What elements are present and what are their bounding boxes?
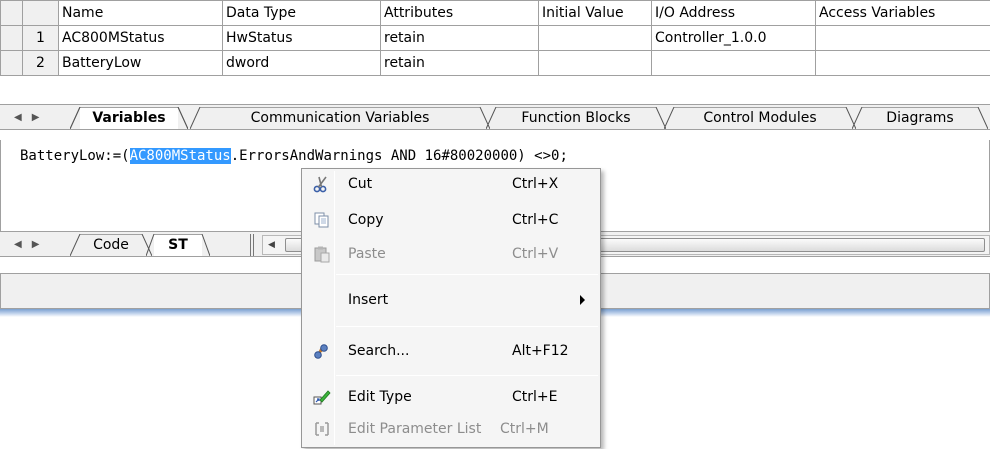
edit-type-icon	[313, 390, 331, 405]
tab-label: Communication Variables	[250, 110, 430, 126]
menu-item-copy[interactable]: Copy Ctrl+C	[304, 207, 598, 233]
menu-item-label: Edit Parameter List	[348, 421, 482, 437]
code-text-prefix: BatteryLow:=(	[20, 148, 130, 164]
menu-separator	[336, 375, 598, 376]
tab-scroll-right-icon[interactable]: ▶	[32, 239, 40, 250]
cell-name[interactable]: AC800MStatus	[58, 25, 223, 51]
menu-item-shortcut: Ctrl+V	[512, 246, 559, 262]
tab-scroll-left-icon[interactable]: ◀	[14, 239, 22, 250]
row-marker	[0, 25, 23, 51]
code-text-suffix: .ErrorsAndWarnings AND 16#80020000) <>0;	[230, 148, 568, 164]
search-binoculars-icon	[314, 344, 328, 359]
menu-item-shortcut: Ctrl+E	[512, 389, 558, 405]
column-header-access-variables[interactable]: Access Variables	[815, 0, 990, 26]
paste-icon	[314, 246, 330, 263]
tab-code[interactable]: Code	[70, 234, 152, 256]
table-row: 2 BatteryLow dword retain	[0, 50, 990, 76]
tab-st[interactable]: ST	[146, 234, 210, 256]
menu-item-shortcut: Ctrl+X	[512, 176, 559, 192]
tab-label: Control Modules	[703, 110, 817, 126]
menu-item-shortcut: Ctrl+C	[512, 212, 559, 228]
corner-cell	[0, 0, 23, 26]
menu-separator	[336, 326, 598, 327]
menu-item-label: Insert	[348, 292, 389, 308]
menu-item-edit-type[interactable]: Edit Type Ctrl+E	[304, 384, 598, 410]
column-header-name[interactable]: Name	[58, 0, 223, 26]
column-header-io-address[interactable]: I/O Address	[651, 0, 816, 26]
tab-scroll-arrows: ◀ ▶	[14, 105, 39, 129]
tab-label: Code	[93, 237, 129, 253]
menu-item-cut[interactable]: Cut Ctrl+X	[304, 171, 598, 197]
cell-data-type[interactable]: dword	[222, 50, 381, 76]
tab-label: Variables	[92, 110, 166, 126]
column-header-attributes[interactable]: Attributes	[380, 0, 539, 26]
cell-initial-value[interactable]	[538, 50, 652, 76]
tab-control-modules[interactable]: Control Modules	[664, 107, 856, 129]
tab-diagrams[interactable]: Diagrams	[852, 107, 988, 129]
submenu-arrow-icon	[580, 295, 585, 305]
column-header-initial-value[interactable]: Initial Value	[538, 0, 652, 26]
cell-access-variables[interactable]	[815, 25, 990, 51]
tab-scroll-right-icon[interactable]: ▶	[32, 112, 40, 123]
row-marker	[0, 50, 23, 76]
tab-function-blocks[interactable]: Function Blocks	[486, 107, 666, 129]
tab-label: ST	[168, 237, 188, 253]
edit-parameter-list-icon	[315, 422, 329, 436]
tab-label: Function Blocks	[521, 110, 631, 126]
menu-separator	[336, 274, 598, 275]
cell-io-address[interactable]: Controller_1.0.0	[651, 25, 816, 51]
menu-item-insert[interactable]: Insert	[304, 287, 598, 313]
scroll-left-icon[interactable]: ◀	[263, 236, 280, 254]
tab-label: Diagrams	[886, 110, 954, 126]
code-tab-scroll-arrows: ◀ ▶	[14, 232, 39, 256]
editor-tab-strip: ◀ ▶ Variables Communication Variables Fu…	[0, 104, 990, 130]
menu-item-label: Cut	[348, 176, 373, 192]
tab-communication-variables[interactable]: Communication Variables	[190, 107, 490, 129]
menu-item-edit-parameter-list[interactable]: Edit Parameter List Ctrl+M	[304, 416, 598, 442]
copy-icon	[314, 212, 329, 228]
cell-initial-value[interactable]	[538, 25, 652, 51]
scissors-icon	[313, 176, 327, 193]
menu-item-label: Paste	[348, 246, 386, 262]
code-selection[interactable]: AC800MStatus	[129, 148, 231, 164]
column-header-data-type[interactable]: Data Type	[222, 0, 381, 26]
cell-attributes[interactable]: retain	[380, 50, 539, 76]
cell-name[interactable]: BatteryLow	[58, 50, 223, 76]
cell-data-type[interactable]: HwStatus	[222, 25, 381, 51]
menu-item-paste[interactable]: Paste Ctrl+V	[304, 241, 598, 267]
menu-item-label: Search...	[348, 343, 410, 359]
tab-variables[interactable]: Variables	[70, 107, 188, 129]
cell-access-variables[interactable]	[815, 50, 990, 76]
row-number[interactable]: 2	[22, 50, 59, 76]
tab-scroll-left-icon[interactable]: ◀	[14, 112, 22, 123]
menu-item-label: Copy	[348, 212, 384, 228]
table-header-row: Name Data Type Attributes Initial Value …	[0, 0, 990, 26]
menu-item-shortcut: Ctrl+M	[500, 421, 549, 437]
menu-item-shortcut: Alt+F12	[512, 343, 569, 359]
context-menu: Cut Ctrl+X Copy Ctrl+C Paste Ctrl+V Inse…	[301, 168, 601, 448]
menu-item-label: Edit Type	[348, 389, 412, 405]
variables-table: Name Data Type Attributes Initial Value …	[0, 0, 990, 76]
row-number[interactable]: 1	[22, 25, 59, 51]
menu-item-search[interactable]: Search... Alt+F12	[304, 338, 598, 364]
cell-io-address[interactable]	[651, 50, 816, 76]
split-grip[interactable]	[250, 234, 254, 256]
row-header-column	[22, 0, 59, 26]
code-line[interactable]: BatteryLow:=(AC800MStatus.ErrorsAndWarni…	[20, 148, 568, 164]
cell-attributes[interactable]: retain	[380, 25, 539, 51]
table-row: 1 AC800MStatus HwStatus retain Controlle…	[0, 25, 990, 51]
